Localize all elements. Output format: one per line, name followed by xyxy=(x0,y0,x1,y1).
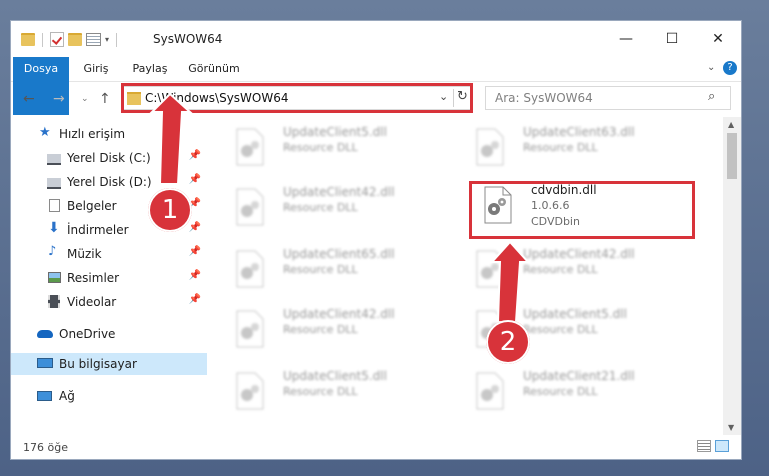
annotation-arrows xyxy=(149,92,531,323)
arrow-to-address-bar xyxy=(149,92,193,185)
arrow-to-dll-file xyxy=(489,240,531,323)
step-badge-1: 1 xyxy=(148,188,192,232)
step-badge-2: 2 xyxy=(486,320,530,364)
